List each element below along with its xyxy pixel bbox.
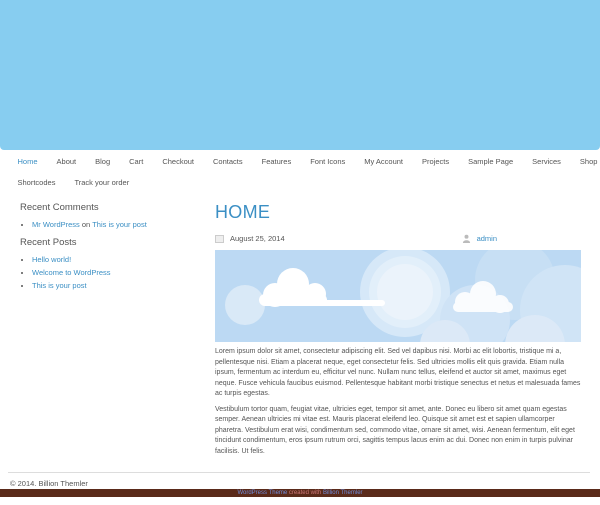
comment-post-link[interactable]: This is your post [92,220,147,229]
footer-divider [8,472,590,473]
recent-post-link[interactable]: Welcome to WordPress [32,268,111,277]
sidebar: Recent Comments Mr WordPress on This is … [20,200,190,298]
main-navigation: Home About Blog Cart Checkout Contacts Feature… [8,152,598,194]
recent-posts-title: Recent Posts [20,237,77,248]
nav-item-checkout[interactable]: Checkout [153,157,204,166]
calendar-icon [215,234,224,243]
nav-item-track-your-order[interactable]: Track your order [65,178,139,187]
recent-posts-widget: Recent Posts Hello world! Welcome to Wor… [20,237,190,290]
footer-credit-bar: WordPress Theme created with Billion The… [0,489,600,497]
recent-comments-widget: Recent Comments Mr WordPress on This is … [20,202,190,229]
nav-item-blog[interactable]: Blog [86,157,120,166]
nav-item-sample-page[interactable]: Sample Page [459,157,523,166]
post-paragraph-2: Vestibulum tortor quam, feugiat vitae, u… [215,405,575,455]
comment-author-link[interactable]: Mr WordPress [32,220,80,229]
recent-post-link[interactable]: Hello world! [32,255,71,264]
nav-item-my-account[interactable]: My Account [355,157,413,166]
site-header-banner [0,0,600,150]
nav-item-features[interactable]: Features [252,157,301,166]
post-meta: August 25, 2014 admin [215,233,581,244]
nav-item-contacts[interactable]: Contacts [204,157,253,166]
nav-row-2: Shortcodes Track your order [8,173,588,192]
nav-item-projects[interactable]: Projects [413,157,459,166]
user-icon [462,234,470,243]
created-with-text: created with [288,490,322,496]
page-title: HOME [215,202,271,222]
recent-post-item: Hello world! [32,255,190,264]
recent-post-item: This is your post [32,281,190,290]
nav-item-cart[interactable]: Cart [120,157,153,166]
recent-comments-title: Recent Comments [20,202,99,213]
billion-themler-link[interactable]: Billion Themler [323,490,363,496]
post-paragraph-1: Lorem ipsum dolor sit amet, consectetur … [215,348,581,397]
post-featured-image [215,250,581,342]
comment-on-text: on [81,220,91,229]
nav-item-font-icons[interactable]: Font Icons [301,157,355,166]
post-date: August 25, 2014 [230,234,285,243]
main-content: HOME August 25, 2014 admin Lorem ipsum d… [215,202,581,457]
recent-post-item: Welcome to WordPress [32,268,190,277]
footer-copyright: © 2014. Billion Themler [10,479,88,488]
post-author-link[interactable]: admin [477,234,497,243]
recent-comment-item: Mr WordPress on This is your post [32,220,190,229]
wordpress-theme-link[interactable]: WordPress Theme [237,490,287,496]
nav-row-1: Home About Blog Cart Checkout Contacts Feature… [8,152,598,171]
nav-item-services[interactable]: Services [523,157,571,166]
recent-post-link[interactable]: This is your post [32,281,87,290]
nav-item-shortcodes[interactable]: Shortcodes [8,178,65,187]
nav-item-shop[interactable]: Shop [570,157,600,166]
nav-item-about[interactable]: About [47,157,86,166]
nav-item-home[interactable]: Home [8,157,47,166]
